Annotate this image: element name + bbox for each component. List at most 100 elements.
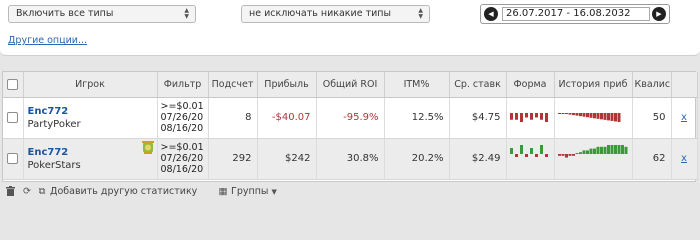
column-header[interactable]: Игрок: [23, 72, 158, 98]
exclude-types-select[interactable]: не исключать никакие типы ▲ ▼: [241, 5, 430, 23]
table-footer: ⟳ ⧉ Добавить другую статистику ▦ Группы …: [0, 182, 700, 202]
column-header[interactable]: Форма: [506, 72, 555, 98]
column-header[interactable]: Фильтр: [157, 72, 209, 98]
form-cell: [506, 138, 555, 180]
filter-panel: Включить все типы ▲ ▼ не исключать никаки…: [0, 0, 700, 56]
select-all-checkbox[interactable]: [7, 78, 19, 90]
sparkline-bar: [568, 153, 571, 156]
date-range-input[interactable]: 26.07.2017 - 16.08.2032: [502, 7, 650, 21]
sparkline-bar: [582, 112, 585, 117]
groups-menu-button[interactable]: ▦ Группы ▼: [218, 186, 277, 197]
sparkline-bar: [585, 149, 589, 154]
filter-line: 07/26/20: [160, 112, 204, 123]
include-types-value: Включить все типы: [16, 8, 114, 19]
player-cell: Enc772 PokerStars: [23, 138, 158, 180]
sparkline-bar: [578, 151, 582, 154]
sparkline-bar: [578, 112, 582, 116]
sparkline-bar: [557, 112, 561, 114]
remove-row-button[interactable]: x: [671, 97, 698, 139]
sparkline-bar: [606, 144, 610, 154]
avg-stake-cell: $4.75: [449, 97, 507, 139]
filter-line: >=$0.01: [160, 101, 204, 112]
itm-cell: 12.5%: [384, 97, 450, 139]
date-prev-icon[interactable]: ◀: [484, 7, 498, 21]
sparkline-bar: [544, 112, 548, 122]
filter-cell: >=$0.01 07/26/20 08/16/20: [157, 97, 209, 139]
qualis-cell: 50: [632, 97, 672, 139]
sparkline-bar: [617, 112, 620, 122]
select-all-checkbox-cell: [3, 72, 24, 98]
filter-line: >=$0.01: [160, 142, 204, 153]
sparkline-bar: [596, 112, 599, 119]
sparkline-bar: [613, 144, 617, 154]
avg-stake-cell: $2.49: [449, 138, 507, 180]
filter-cell: >=$0.01 07/26/20 08/16/20: [157, 138, 209, 180]
sparkline-bar: [575, 112, 578, 116]
roi-cell: -95.9%: [316, 97, 385, 139]
column-header[interactable]: Ср. ставк: [449, 72, 507, 98]
add-stats-label: Добавить другую статистику: [50, 186, 198, 197]
include-types-select[interactable]: Включить все типы ▲ ▼: [8, 5, 196, 23]
sparkline-bar: [534, 112, 538, 117]
sparkline-bar: [617, 144, 620, 154]
sparkline-bar: [519, 144, 523, 154]
sparkline-bar: [568, 112, 571, 115]
count-cell: 8: [208, 97, 258, 139]
sparkline-bar: [610, 144, 613, 154]
column-header[interactable]: Общий ROI: [316, 72, 385, 98]
column-header[interactable]: История приб: [554, 72, 633, 98]
player-network: PokerStars: [27, 159, 81, 171]
column-header[interactable]: Прибыль: [257, 72, 317, 98]
sparkline-bar: [544, 153, 548, 157]
sparkline-bar: [524, 153, 528, 157]
sparkline-bar: [592, 148, 596, 154]
sparkline-bar: [534, 153, 538, 157]
player-name-link[interactable]: Enc772: [28, 146, 157, 159]
player-network: PartyPoker: [27, 118, 81, 130]
column-header[interactable]: Подсчет: [208, 72, 258, 98]
sparkline-bar: [571, 112, 575, 115]
date-next-icon[interactable]: ▶: [652, 7, 666, 21]
sparkline-bar: [514, 153, 518, 157]
sparkline-bar: [561, 112, 564, 114]
sparkline-bar: [539, 112, 543, 120]
roi-cell: 30.8%: [316, 138, 385, 180]
filter-line: 08/16/20: [160, 123, 204, 134]
table-row[interactable]: Enc772 PokerStars >=$0.01 07/26/20 08/16…: [3, 138, 698, 180]
sparkline-bar: [624, 146, 627, 154]
profit-cell: $242: [257, 138, 317, 180]
row-checkbox[interactable]: [7, 152, 19, 164]
sparkline-bar: [620, 144, 624, 154]
other-options-link[interactable]: Другие опции...: [8, 35, 87, 46]
column-header[interactable]: Квалис: [632, 72, 672, 98]
sparkline-bar: [582, 149, 585, 154]
column-header[interactable]: ITM%: [384, 72, 450, 98]
sparkline-bar: [592, 112, 596, 118]
chevron-down-icon: ▼: [271, 188, 277, 196]
table-row[interactable]: Enc772 PartyPoker >=$0.01 07/26/20 08/16…: [3, 97, 698, 139]
add-stats-button[interactable]: ⧉ Добавить другую статистику: [37, 186, 198, 197]
stats-table: Игрок Фильтр Подсчет Прибыль Общий ROI I…: [2, 71, 698, 182]
date-range-picker: ◀ 26.07.2017 - 16.08.2032 ▶: [480, 4, 670, 24]
trash-icon[interactable]: [6, 186, 15, 199]
history-cell: [554, 138, 633, 180]
row-checkbox-cell: [3, 97, 24, 139]
row-checkbox[interactable]: [7, 111, 19, 123]
select-arrows-icon: ▲ ▼: [418, 7, 423, 20]
history-cell: [554, 97, 633, 139]
sparkline-bar: [589, 112, 592, 118]
sparkline-bar: [575, 152, 578, 154]
refresh-icon[interactable]: ⟳: [22, 186, 32, 197]
sparkline-bar: [610, 112, 613, 121]
player-cell: Enc772 PartyPoker: [23, 97, 158, 139]
sparkline-bar: [509, 112, 513, 120]
sparkline-bar: [529, 147, 533, 154]
form-sparkline: [509, 144, 548, 157]
form-sparkline: [509, 112, 548, 122]
form-cell: [506, 97, 555, 139]
remove-row-button[interactable]: x: [671, 138, 698, 180]
sparkline-bar: [606, 112, 610, 120]
player-name-link[interactable]: Enc772: [28, 105, 157, 118]
sparkline-bar: [599, 146, 603, 154]
sparkline-bar: [509, 147, 513, 154]
